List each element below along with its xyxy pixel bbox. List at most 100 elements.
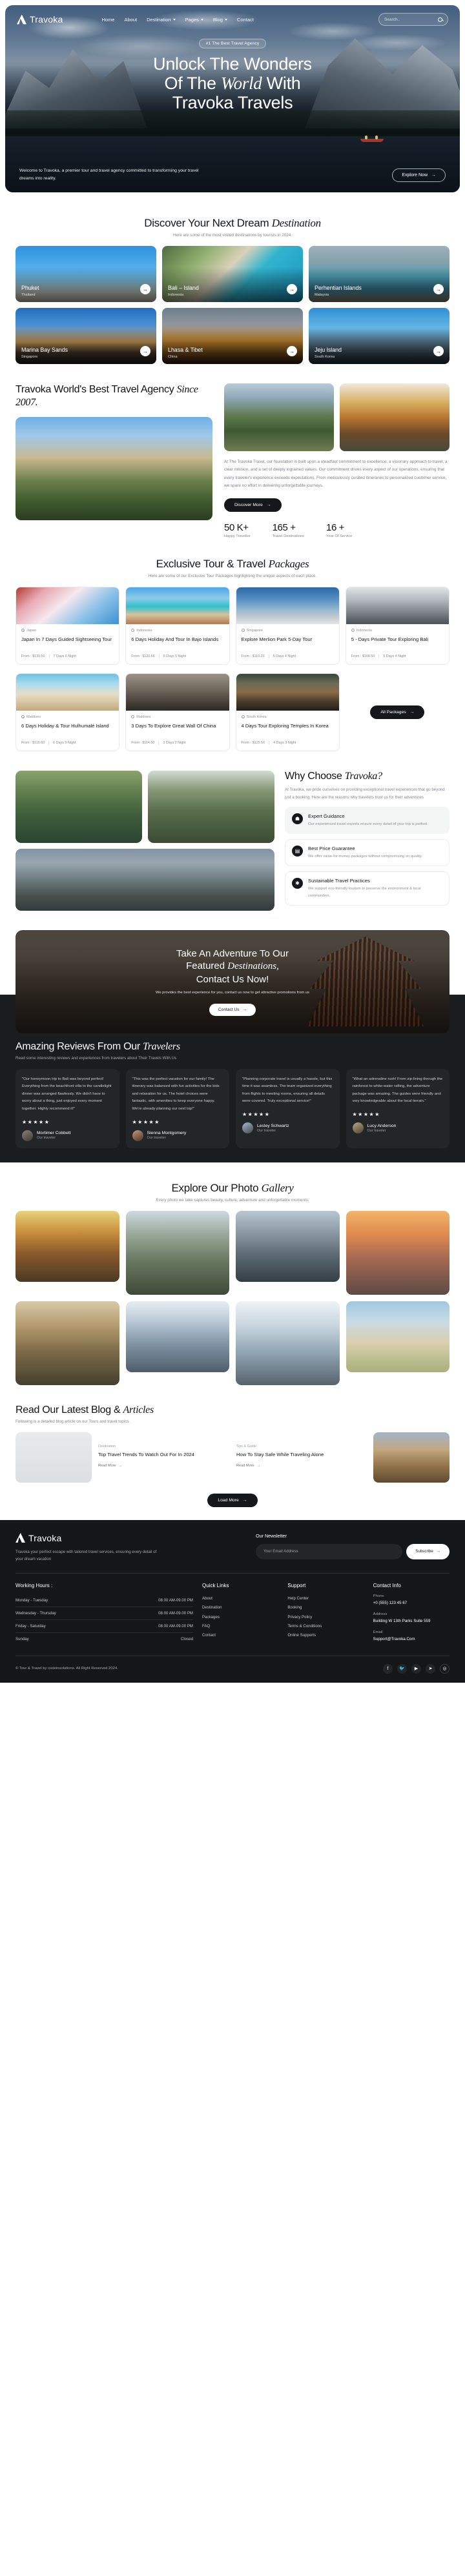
hero-badge: #1 The Best Travel Agency bbox=[198, 39, 267, 48]
footer-link-booking[interactable]: Booking bbox=[287, 1603, 364, 1612]
hero-bottom-bar: Welcome to Travoka, a premier tour and t… bbox=[5, 167, 460, 183]
footer-link-contact[interactable]: Contact bbox=[202, 1630, 278, 1639]
feature-best-price[interactable]: ▤ Best Price Guarantee We offer value-fo… bbox=[285, 838, 450, 867]
subscribe-button[interactable]: Subscribe → bbox=[406, 1543, 450, 1559]
blog-read-more-link[interactable]: Read More → bbox=[98, 1464, 122, 1468]
feature-sustainable-travel[interactable]: ✱ Sustainable Travel Practices We suppor… bbox=[285, 871, 450, 906]
review-person-text: Sienna Montgomery Our traveler bbox=[147, 1131, 187, 1140]
package-card[interactable]: Maldives 3 Days To Explore Great Wall Of… bbox=[125, 673, 230, 751]
package-body: Maldives 6 Days Holiday & Tour Hulhumalé… bbox=[16, 711, 119, 751]
gallery-image[interactable] bbox=[125, 1301, 229, 1372]
blog-card[interactable]: Destination Top Travel Trends To Watch O… bbox=[16, 1432, 229, 1483]
nav-item-pages[interactable]: Pages bbox=[185, 17, 203, 23]
footer-link-faq[interactable]: FAQ bbox=[202, 1621, 278, 1630]
package-card[interactable]: Japan Japan In 7 Days Guided Sightseeing… bbox=[16, 586, 120, 665]
packages-title: Exclusive Tour & Travel Packages bbox=[16, 558, 450, 571]
package-duration: 7 Days 6 Night bbox=[53, 654, 76, 658]
location-pin-icon bbox=[241, 715, 245, 719]
arrow-right-icon[interactable]: → bbox=[287, 284, 297, 294]
search-icon[interactable] bbox=[438, 17, 442, 22]
nav-item-home[interactable]: Home bbox=[101, 17, 114, 23]
destination-card[interactable]: Marina Bay Sands Singapore → bbox=[16, 308, 156, 364]
read-more-label: Read More bbox=[236, 1464, 254, 1468]
blog-read-more-link[interactable]: Read More → bbox=[236, 1464, 260, 1468]
nav-item-blog[interactable]: Blog bbox=[213, 17, 227, 23]
discover-more-button[interactable]: Discover More → bbox=[224, 498, 282, 512]
location-pin-icon bbox=[131, 715, 135, 719]
package-location: Japan bbox=[21, 629, 114, 633]
phone-value[interactable]: +0 (555) 123 45 67 bbox=[373, 1600, 450, 1607]
footer-link-destination[interactable]: Destination bbox=[202, 1603, 278, 1612]
package-card[interactable]: Indonesia 6 Days Holiday And Tour In Baj… bbox=[125, 586, 230, 665]
package-footer: From : $110.20 5 Days 4 Night bbox=[242, 654, 334, 658]
feature-text: Best Price Guarantee We offer value-for-… bbox=[308, 846, 422, 860]
hero-description: Welcome to Travoka, a premier tour and t… bbox=[19, 168, 199, 181]
arrow-right-icon[interactable]: → bbox=[433, 284, 444, 294]
nav-item-contact[interactable]: Contact bbox=[237, 17, 254, 23]
arrow-right-icon[interactable]: → bbox=[140, 284, 150, 294]
youtube-icon[interactable]: ▶ bbox=[411, 1663, 421, 1674]
email-value[interactable]: Support@Travoka.Com bbox=[373, 1636, 450, 1643]
destination-card[interactable]: Perhentian Islands Malaysia → bbox=[309, 246, 450, 302]
search-box[interactable] bbox=[378, 13, 448, 26]
arrow-right-icon: → bbox=[256, 1464, 261, 1468]
footer-link-help-center[interactable]: Help Center bbox=[287, 1594, 364, 1603]
nav-item-about[interactable]: About bbox=[124, 17, 137, 23]
footer-link-terms[interactable]: Terms & Conditions bbox=[287, 1621, 364, 1630]
gallery-image[interactable] bbox=[346, 1210, 450, 1295]
package-duration: 6 Days 5 Night bbox=[53, 740, 76, 745]
footer-link-packages[interactable]: Packages bbox=[202, 1612, 278, 1621]
feature-expert-guidance[interactable]: ☗ Expert Guidance Our experienced travel… bbox=[285, 806, 450, 834]
packages-grid-row1: Japan Japan In 7 Days Guided Sightseeing… bbox=[16, 586, 450, 665]
footer-link-privacy-policy[interactable]: Privacy Policy bbox=[287, 1612, 364, 1621]
footer-link-about[interactable]: About bbox=[202, 1594, 278, 1603]
twitter-icon[interactable]: 🐦 bbox=[397, 1663, 407, 1674]
package-card[interactable]: Singapore Explore Merlion Park 5-Day Tou… bbox=[235, 586, 340, 665]
telegram-icon[interactable]: ➤ bbox=[426, 1663, 435, 1674]
gallery-image[interactable] bbox=[236, 1301, 340, 1385]
package-body: South Korea 4 Days Tour Exploring Temple… bbox=[236, 711, 339, 751]
gallery-image[interactable] bbox=[16, 1301, 119, 1385]
gallery-image[interactable] bbox=[16, 1210, 119, 1282]
review-card: "This was the perfect vacation for our f… bbox=[125, 1068, 229, 1148]
load-more-wrapper: Load More → bbox=[16, 1493, 450, 1507]
destination-card[interactable]: Lhasa & Tibet China → bbox=[162, 308, 303, 364]
hours-day: Friday - Saturday bbox=[16, 1623, 46, 1628]
brand-logo[interactable]: Travoka bbox=[17, 14, 63, 25]
about-title: Travoka World's Best Travel Agency Since… bbox=[16, 383, 212, 410]
review-text: "Our honeymoon trip to Bali was beyond p… bbox=[22, 1077, 112, 1111]
destination-name: Marina Bay Sands bbox=[21, 347, 68, 353]
nav-item-destination[interactable]: Destination bbox=[147, 17, 176, 23]
footer-brand[interactable]: Travoka bbox=[16, 1533, 243, 1543]
gallery-image[interactable] bbox=[346, 1301, 450, 1372]
stat-item: 165 + Travel Destinations bbox=[273, 522, 304, 538]
gallery-image[interactable] bbox=[236, 1210, 340, 1282]
package-card[interactable]: Indonesia 5 - Days Private Tour Explorin… bbox=[345, 586, 450, 665]
footer-link-online-supports[interactable]: Online Supports bbox=[287, 1630, 364, 1639]
cta-banner: Take An Adventure To Our Featured Destin… bbox=[16, 929, 450, 1033]
package-card[interactable]: Maldives 6 Days Holiday & Tour Hulhumalé… bbox=[16, 673, 120, 751]
search-input[interactable] bbox=[384, 17, 429, 22]
arrow-right-icon[interactable]: → bbox=[287, 346, 297, 356]
contact-us-button[interactable]: Contact Us → bbox=[209, 1004, 256, 1017]
blog-card[interactable]: Tips & Guide How To Stay Safe While Trav… bbox=[236, 1432, 450, 1483]
arrow-right-icon[interactable]: → bbox=[433, 346, 444, 356]
facebook-icon[interactable]: f bbox=[383, 1663, 393, 1674]
load-more-button[interactable]: Load More → bbox=[207, 1493, 258, 1507]
all-packages-button[interactable]: All Packages → bbox=[370, 705, 425, 719]
newsletter-email-input[interactable] bbox=[256, 1543, 403, 1559]
destination-card[interactable]: Bali – Island Indonesia → bbox=[162, 246, 303, 302]
explore-now-button[interactable]: Explore Now → bbox=[392, 168, 446, 182]
package-image bbox=[236, 673, 339, 711]
hero-title-line2-b: With bbox=[262, 74, 301, 94]
package-card[interactable]: South Korea 4 Days Tour Exploring Temple… bbox=[235, 673, 340, 751]
star-rating-icon: ★★★★★ bbox=[22, 1119, 50, 1125]
why-photo-canyon bbox=[16, 770, 142, 843]
destination-card[interactable]: Phuket Thailand → bbox=[16, 246, 156, 302]
cta-line3: Contact Us Now! bbox=[196, 973, 269, 985]
instagram-icon[interactable]: ◎ bbox=[440, 1663, 450, 1674]
gallery-image[interactable] bbox=[125, 1210, 229, 1295]
blog-grid: Destination Top Travel Trends To Watch O… bbox=[16, 1432, 450, 1483]
arrow-right-icon[interactable]: → bbox=[140, 346, 150, 356]
destination-card[interactable]: Jeju Island South Korea → bbox=[309, 308, 450, 364]
